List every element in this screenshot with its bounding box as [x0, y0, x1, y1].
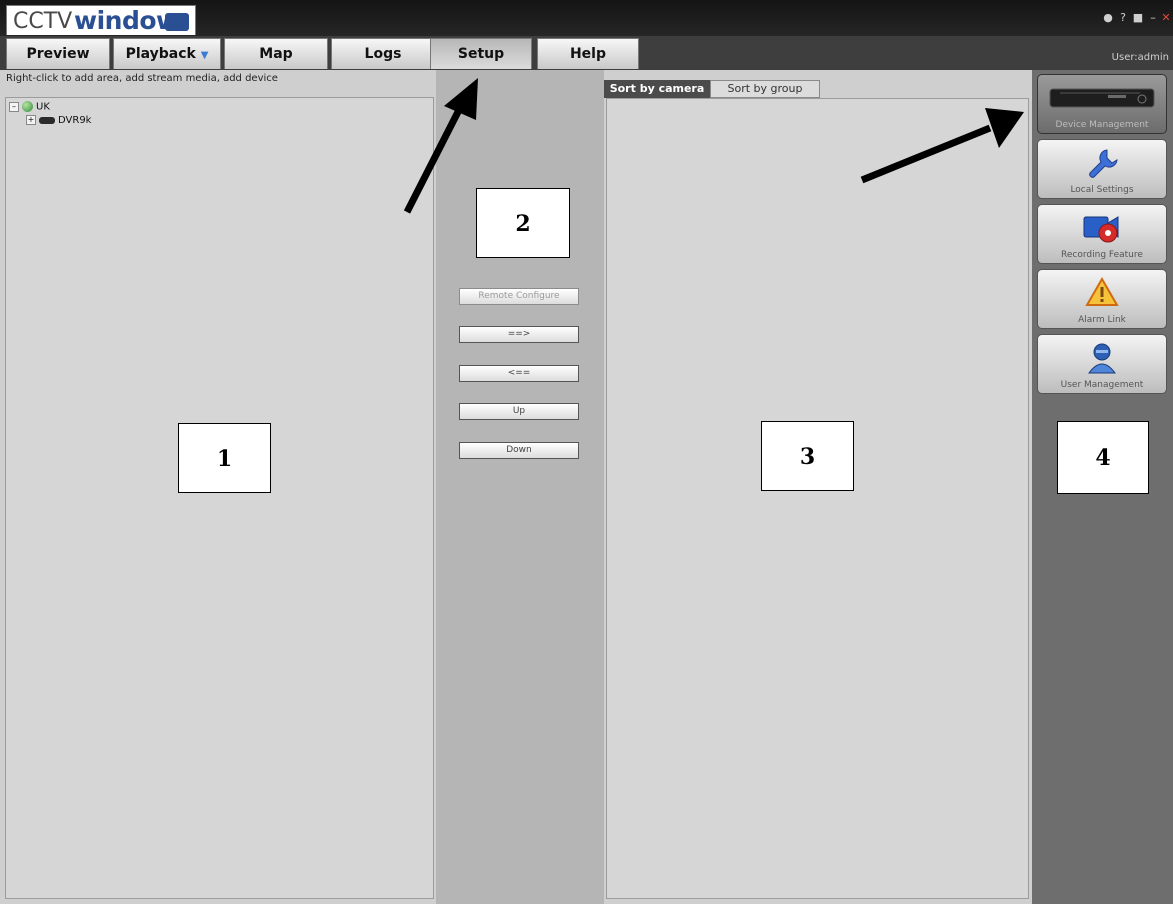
- sidebar-item-device-management[interactable]: Device Management: [1037, 74, 1167, 134]
- annotation-4: 4: [1057, 421, 1149, 494]
- camera-list[interactable]: [606, 98, 1029, 899]
- user-icon[interactable]: ●: [1102, 12, 1114, 24]
- app-logo: CCTV window: [6, 5, 196, 35]
- tab-logs[interactable]: Logs: [331, 38, 435, 69]
- sidebar-item-recording-feature[interactable]: Recording Feature: [1037, 204, 1167, 264]
- tab-map[interactable]: Map: [224, 38, 328, 69]
- user-icon: [1088, 343, 1116, 374]
- move-down-button[interactable]: Down: [459, 442, 579, 459]
- sidebar-item-label: User Management: [1060, 380, 1144, 390]
- tab-label: Help: [569, 46, 607, 62]
- tab-sort-by-camera[interactable]: Sort by camera: [604, 80, 710, 98]
- logo-prefix: CCTV: [13, 9, 73, 34]
- tree-node-dvr9k[interactable]: + DVR9k: [26, 115, 91, 127]
- add-to-group-button[interactable]: ==>: [459, 326, 579, 343]
- remove-from-group-button[interactable]: <==: [459, 365, 579, 382]
- user-label: User:admin: [1111, 52, 1169, 63]
- tree-node-uk[interactable]: – UK: [9, 101, 50, 114]
- sidebar-item-label: Device Management: [1055, 120, 1149, 130]
- close-icon[interactable]: ✕: [1160, 12, 1172, 24]
- sidebar-item-local-settings[interactable]: Local Settings: [1037, 139, 1167, 199]
- sidebar-item-alarm-link[interactable]: Alarm Link: [1037, 269, 1167, 329]
- tab-help[interactable]: Help: [537, 38, 639, 69]
- remote-configure-button[interactable]: Remote Configure: [459, 288, 579, 305]
- tree-node-label: UK: [36, 101, 50, 113]
- sidebar-item-label: Alarm Link: [1078, 315, 1126, 325]
- dvr-device-icon: [1049, 88, 1155, 108]
- tab-label: Preview: [26, 46, 90, 62]
- annotation-3: 3: [761, 421, 854, 491]
- area-tree-hint: Right-click to add area, add stream medi…: [6, 73, 278, 84]
- tab-label: Setup: [457, 46, 505, 62]
- expand-icon[interactable]: +: [26, 115, 36, 125]
- lock-icon[interactable]: ■: [1132, 12, 1144, 24]
- wrench-icon: [1089, 149, 1118, 178]
- tab-label: Map: [259, 46, 293, 62]
- logo-word: window: [74, 6, 179, 35]
- annotation-1: 1: [178, 423, 271, 493]
- tab-label: Playback: [125, 46, 196, 62]
- tree-node-label: DVR9k: [58, 115, 92, 126]
- area-tree[interactable]: – UK + DVR9k: [5, 97, 434, 899]
- annotation-2: 2: [476, 188, 570, 258]
- move-up-button[interactable]: Up: [459, 403, 579, 420]
- globe-icon: [22, 101, 33, 112]
- tab-playback[interactable]: Playback ▼: [113, 38, 221, 69]
- help-icon[interactable]: ?: [1117, 12, 1129, 24]
- tab-label: Logs: [364, 46, 402, 62]
- sidebar-item-label: Local Settings: [1070, 185, 1134, 195]
- record-icon: [1083, 216, 1119, 243]
- tab-preview[interactable]: Preview: [6, 38, 110, 69]
- minimize-icon[interactable]: –: [1147, 12, 1159, 24]
- warning-icon: [1085, 276, 1119, 306]
- tab-setup[interactable]: Setup: [430, 38, 532, 69]
- sidebar-item-label: Recording Feature: [1061, 250, 1143, 260]
- collapse-icon[interactable]: –: [9, 101, 19, 112]
- dvr-icon: [39, 116, 55, 124]
- sidebar-item-user-management[interactable]: User Management: [1037, 334, 1167, 394]
- chevron-down-icon: ▼: [200, 50, 209, 61]
- tab-sort-by-group[interactable]: Sort by group: [710, 80, 820, 98]
- logo-mark: [165, 13, 189, 31]
